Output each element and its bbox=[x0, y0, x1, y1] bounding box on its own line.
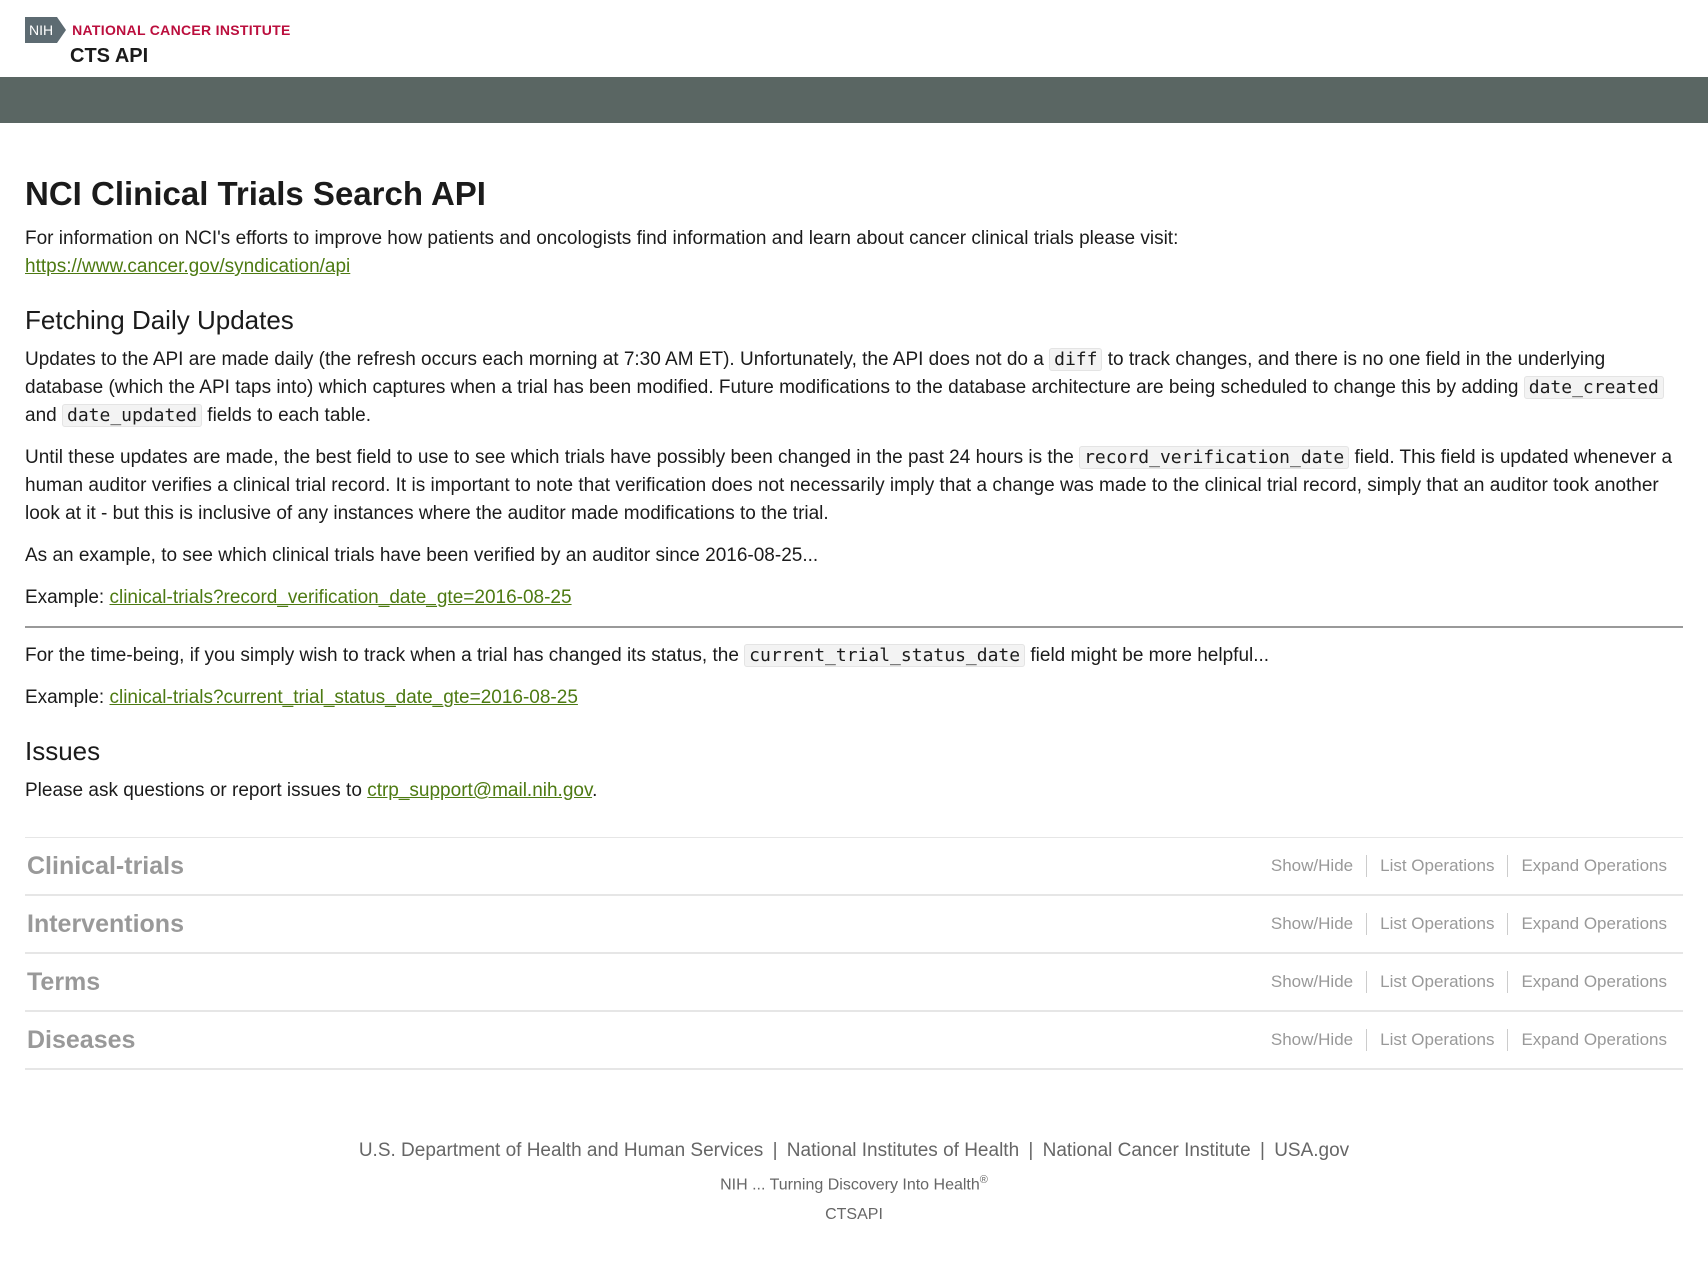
tagline-text: NIH ... Turning Discovery Into Health bbox=[720, 1176, 980, 1194]
nih-chevron-icon bbox=[57, 17, 67, 43]
registered-mark: ® bbox=[979, 1174, 988, 1186]
p4-text-1: For the time-being, if you simply wish t… bbox=[25, 645, 745, 666]
p1-text-1: Updates to the API are made daily (the r… bbox=[25, 349, 1050, 370]
list-operations-link[interactable]: List Operations bbox=[1367, 971, 1509, 993]
support-email-link[interactable]: ctrp_support@mail.nih.gov bbox=[367, 780, 592, 801]
footer-links: U.S. Department of Health and Human Serv… bbox=[0, 1140, 1708, 1162]
expand-operations-link[interactable]: Expand Operations bbox=[1508, 913, 1667, 935]
nci-logo[interactable]: NIH NATIONAL CANCER INSTITUTE CTS API bbox=[25, 17, 291, 68]
issues-text: Please ask questions or report issues to bbox=[25, 780, 368, 801]
code-diff: diff bbox=[1049, 348, 1103, 371]
resource-interventions: Interventions Show/Hide List Operations … bbox=[25, 896, 1683, 954]
example-1-link[interactable]: clinical-trials?record_verification_date… bbox=[109, 587, 571, 608]
expand-operations-link[interactable]: Expand Operations bbox=[1508, 1029, 1667, 1051]
footer-separator: | bbox=[1028, 1140, 1034, 1161]
expand-operations-link[interactable]: Expand Operations bbox=[1508, 855, 1667, 877]
example-label: Example: bbox=[25, 587, 110, 608]
list-operations-link[interactable]: List Operations bbox=[1367, 855, 1509, 877]
resource-name-diseases[interactable]: Diseases bbox=[27, 1026, 135, 1055]
resource-ops: Show/Hide List Operations Expand Operati… bbox=[1258, 971, 1667, 993]
footer-link-hhs[interactable]: U.S. Department of Health and Human Serv… bbox=[359, 1140, 763, 1161]
intro-paragraph: For information on NCI's efforts to impr… bbox=[25, 225, 1683, 281]
show-hide-link[interactable]: Show/Hide bbox=[1258, 1029, 1368, 1051]
show-hide-link[interactable]: Show/Hide bbox=[1258, 971, 1368, 993]
footer-tagline: NIH ... Turning Discovery Into Health® bbox=[0, 1174, 1708, 1194]
list-operations-link[interactable]: List Operations bbox=[1367, 913, 1509, 935]
p4-text-2: field might be more helpful... bbox=[1025, 645, 1270, 666]
example-1: Example: clinical-trials?record_verifica… bbox=[25, 584, 1683, 612]
footer: U.S. Department of Health and Human Serv… bbox=[0, 1140, 1708, 1224]
nih-badge: NIH bbox=[25, 17, 58, 43]
code-record-verification-date: record_verification_date bbox=[1079, 446, 1350, 469]
resource-diseases: Diseases Show/Hide List Operations Expan… bbox=[25, 1012, 1683, 1070]
resource-name-terms[interactable]: Terms bbox=[27, 968, 100, 997]
updates-paragraph-1: Updates to the API are made daily (the r… bbox=[25, 346, 1683, 430]
code-date-updated: date_updated bbox=[61, 404, 203, 427]
daily-updates-heading: Fetching Daily Updates bbox=[25, 305, 294, 335]
list-operations-link[interactable]: List Operations bbox=[1367, 1029, 1509, 1051]
footer-separator: | bbox=[772, 1140, 778, 1161]
p1-text-3: and bbox=[25, 405, 62, 426]
updates-paragraph-4: For the time-being, if you simply wish t… bbox=[25, 642, 1683, 670]
masthead: NIH NATIONAL CANCER INSTITUTE CTS API bbox=[0, 0, 1708, 77]
resource-ops: Show/Hide List Operations Expand Operati… bbox=[1258, 1029, 1667, 1051]
page-title: NCI Clinical Trials Search API bbox=[25, 175, 486, 212]
resource-name-interventions[interactable]: Interventions bbox=[27, 910, 184, 939]
nav-bar bbox=[0, 77, 1708, 123]
intro-text: For information on NCI's efforts to impr… bbox=[25, 228, 1179, 249]
resource-ops: Show/Hide List Operations Expand Operati… bbox=[1258, 913, 1667, 935]
example-2-link[interactable]: clinical-trials?current_trial_status_dat… bbox=[109, 687, 577, 708]
nci-name: NATIONAL CANCER INSTITUTE bbox=[72, 22, 291, 38]
updates-paragraph-3: As an example, to see which clinical tri… bbox=[25, 545, 819, 566]
resource-clinical-trials: Clinical-trials Show/Hide List Operation… bbox=[25, 838, 1683, 896]
syndication-api-link[interactable]: https://www.cancer.gov/syndication/api bbox=[25, 256, 350, 277]
footer-link-usagov[interactable]: USA.gov bbox=[1274, 1140, 1349, 1161]
p1-text-4: fields to each table. bbox=[202, 405, 372, 426]
footer-link-nih[interactable]: National Institutes of Health bbox=[787, 1140, 1019, 1161]
footer-app-id: CTSAPI bbox=[825, 1206, 883, 1224]
show-hide-link[interactable]: Show/Hide bbox=[1258, 913, 1368, 935]
resource-ops: Show/Hide List Operations Expand Operati… bbox=[1258, 855, 1667, 877]
issues-period: . bbox=[592, 780, 598, 801]
resource-list: Clinical-trials Show/Hide List Operation… bbox=[25, 837, 1683, 1070]
footer-link-nci[interactable]: National Cancer Institute bbox=[1043, 1140, 1251, 1161]
p2-text-1: Until these updates are made, the best f… bbox=[25, 447, 1080, 468]
updates-paragraph-2: Until these updates are made, the best f… bbox=[25, 444, 1683, 528]
example-2: Example: clinical-trials?current_trial_s… bbox=[25, 684, 1683, 712]
resource-terms: Terms Show/Hide List Operations Expand O… bbox=[25, 954, 1683, 1012]
code-date-created: date_created bbox=[1523, 376, 1664, 399]
issues-heading: Issues bbox=[25, 736, 101, 766]
divider bbox=[25, 626, 1683, 628]
expand-operations-link[interactable]: Expand Operations bbox=[1508, 971, 1667, 993]
issues-paragraph: Please ask questions or report issues to… bbox=[25, 777, 1683, 805]
resource-name-clinical-trials[interactable]: Clinical-trials bbox=[27, 852, 184, 881]
show-hide-link[interactable]: Show/Hide bbox=[1258, 855, 1368, 877]
example-label: Example: bbox=[25, 687, 110, 708]
footer-separator: | bbox=[1259, 1140, 1265, 1161]
code-current-trial-status-date: current_trial_status_date bbox=[744, 644, 1026, 667]
main-content: NCI Clinical Trials Search API For infor… bbox=[0, 175, 1708, 1070]
app-name: CTS API bbox=[70, 45, 149, 67]
